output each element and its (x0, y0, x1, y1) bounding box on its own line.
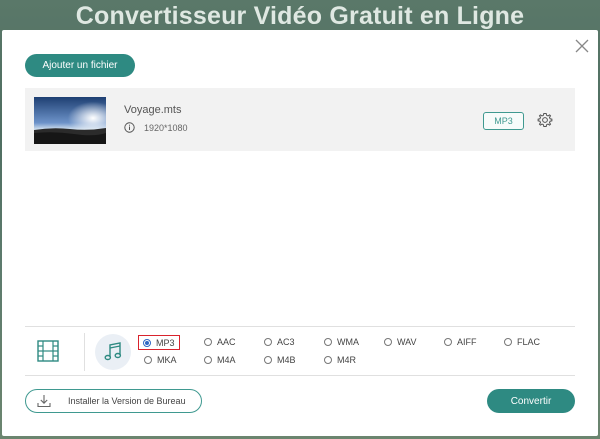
format-label: WMA (337, 337, 359, 347)
info-icon[interactable] (124, 122, 135, 133)
radio-wma[interactable] (324, 338, 332, 346)
radio-flac[interactable] (504, 338, 512, 346)
converter-dialog: Ajouter un fichier Voyage.mts 1920*1080 … (2, 30, 598, 436)
format-option-flac[interactable]: FLAC (504, 335, 540, 349)
radio-m4a[interactable] (204, 356, 212, 364)
format-option-aac[interactable]: AAC (204, 335, 236, 349)
radio-m4b[interactable] (264, 356, 272, 364)
format-label: MP3 (156, 337, 175, 348)
output-format-button[interactable]: MP3 (483, 112, 524, 130)
radio-ac3[interactable] (264, 338, 272, 346)
format-label: AAC (217, 337, 236, 347)
music-note-icon[interactable] (95, 334, 131, 370)
close-icon[interactable] (574, 38, 590, 54)
install-desktop-button[interactable]: Installer la Version de Bureau (25, 389, 202, 413)
format-label: MKA (157, 355, 177, 365)
film-icon[interactable] (35, 338, 61, 364)
format-option-m4a[interactable]: M4A (204, 353, 236, 367)
radio-wav[interactable] (384, 338, 392, 346)
file-name: Voyage.mts (124, 104, 182, 116)
page-title: Convertisseur Vidéo Gratuit en Ligne (75, 2, 525, 30)
format-option-mka[interactable]: MKA (144, 353, 177, 367)
format-label: AIFF (457, 337, 477, 347)
format-panel: MP3 AAC AC3 WMA WAV AIFF FLAC MKA M4A M4… (25, 326, 575, 376)
radio-mp3[interactable] (143, 338, 151, 347)
format-label: AC3 (277, 337, 295, 347)
format-label: M4R (337, 355, 357, 365)
format-label: M4B (277, 355, 296, 365)
format-option-aiff[interactable]: AIFF (444, 335, 477, 349)
format-label: FLAC (517, 337, 541, 347)
gear-icon[interactable] (537, 112, 553, 128)
format-option-m4b[interactable]: M4B (264, 353, 296, 367)
radio-aac[interactable] (204, 338, 212, 346)
file-row: Voyage.mts 1920*1080 MP3 (25, 88, 575, 151)
add-file-button[interactable]: Ajouter un fichier (25, 54, 135, 77)
download-icon (37, 395, 51, 408)
format-option-wma[interactable]: WMA (324, 335, 359, 349)
format-option-mp3[interactable]: MP3 (138, 335, 180, 350)
radio-m4r[interactable] (324, 356, 332, 364)
convert-button[interactable]: Convertir (487, 389, 575, 413)
file-resolution: 1920*1080 (144, 123, 188, 133)
format-label: WAV (397, 337, 417, 347)
format-label: M4A (217, 355, 236, 365)
video-thumbnail (34, 97, 106, 144)
format-option-ac3[interactable]: AC3 (264, 335, 295, 349)
tab-separator (84, 333, 85, 371)
format-option-wav[interactable]: WAV (384, 335, 417, 349)
radio-mka[interactable] (144, 356, 152, 364)
radio-aiff[interactable] (444, 338, 452, 346)
install-label: Installer la Version de Bureau (68, 396, 186, 406)
format-option-m4r[interactable]: M4R (324, 353, 356, 367)
